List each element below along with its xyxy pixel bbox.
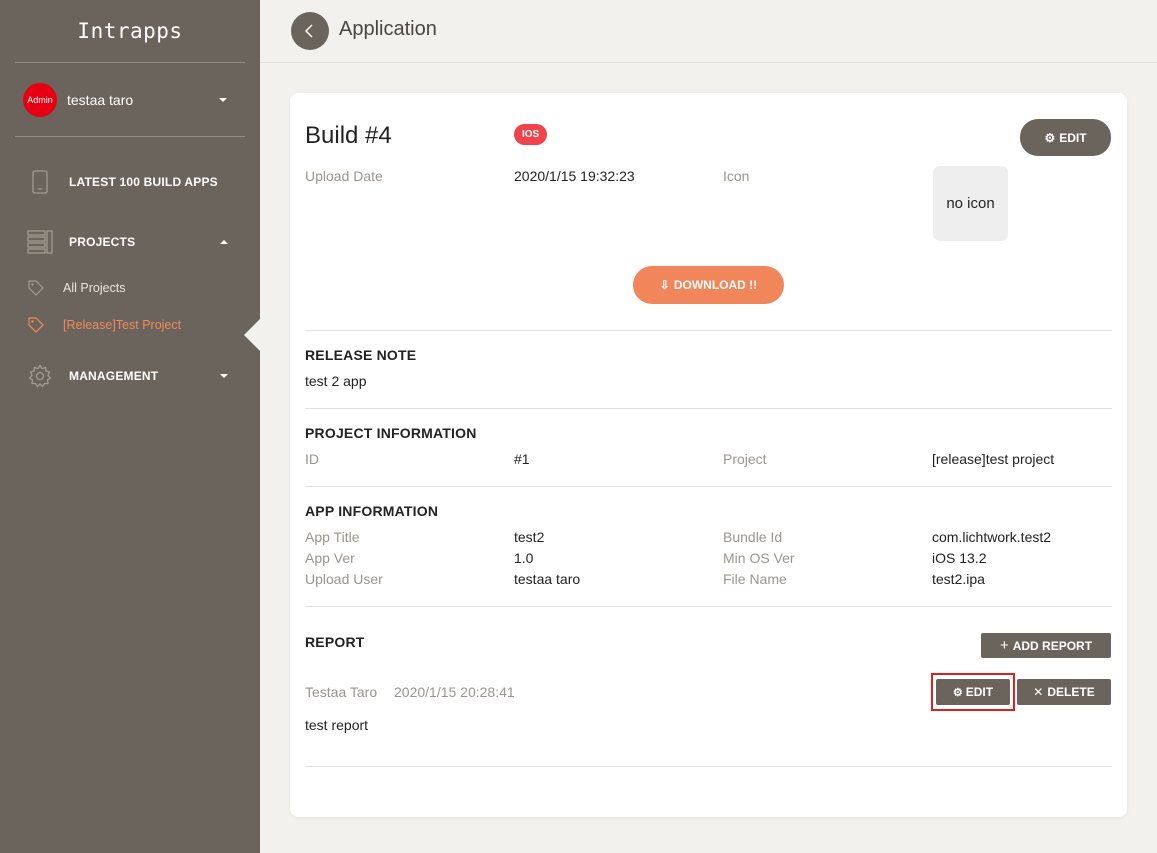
plus-icon: + bbox=[999, 637, 1009, 654]
app-info-label: App Ver bbox=[305, 550, 355, 566]
delete-label: DELETE bbox=[1047, 685, 1095, 699]
report-text: test report bbox=[305, 717, 369, 733]
divider bbox=[305, 606, 1112, 607]
upload-date-label: Upload Date bbox=[305, 168, 383, 184]
chevron-up-icon bbox=[220, 240, 228, 244]
projects-list-icon bbox=[26, 228, 54, 256]
nav-label: LATEST 100 BUILD APPS bbox=[69, 175, 218, 189]
app-info-label: Min OS Ver bbox=[723, 550, 795, 566]
app-info-label: Upload User bbox=[305, 571, 383, 587]
report-date: 2020/1/15 20:28:41 bbox=[394, 684, 515, 700]
tag-icon bbox=[26, 278, 46, 298]
divider bbox=[305, 766, 1112, 767]
nav-item-projects[interactable]: PROJECTS bbox=[26, 228, 236, 256]
app-info-label: Bundle Id bbox=[723, 529, 783, 545]
app-info-label: File Name bbox=[723, 571, 787, 587]
chevron-down-icon bbox=[220, 374, 228, 378]
page-title: Application bbox=[339, 18, 437, 40]
project-info-title: PROJECT INFORMATION bbox=[305, 425, 477, 441]
report-author: Testaa Taro bbox=[305, 684, 378, 700]
chevron-left-icon bbox=[304, 24, 313, 38]
active-indicator bbox=[244, 319, 260, 351]
gear-icon: ⚙ bbox=[952, 686, 963, 699]
nav-item-management[interactable]: MANAGEMENT bbox=[26, 362, 236, 390]
tag-icon bbox=[26, 315, 46, 335]
header: Application bbox=[260, 0, 1157, 63]
build-title: Build #4 bbox=[305, 122, 392, 149]
edit-label: EDIT bbox=[1059, 130, 1087, 145]
phone-icon bbox=[26, 168, 54, 196]
back-button[interactable] bbox=[291, 12, 329, 50]
user-name: testaa taro bbox=[67, 92, 134, 108]
project-value: [release]test project bbox=[932, 451, 1055, 467]
sidebar-item-label: All Projects bbox=[63, 281, 126, 295]
app-info-value: test2 bbox=[514, 529, 545, 545]
app-info-value: com.lichtwork.test2 bbox=[932, 529, 1052, 545]
build-detail-card: Build #4 IOS ⚙ EDIT Upload Date 2020/1/1… bbox=[290, 93, 1127, 817]
edit-report-button[interactable]: ⚙ EDIT bbox=[936, 679, 1010, 705]
gear-icon bbox=[26, 362, 54, 390]
edit-label: EDIT bbox=[965, 685, 994, 699]
divider bbox=[15, 62, 245, 63]
sidebar-item-label: [Release]Test Project bbox=[63, 318, 182, 332]
nav-label: MANAGEMENT bbox=[69, 369, 159, 383]
nav-label: PROJECTS bbox=[69, 235, 136, 249]
app-info-label: App Title bbox=[305, 529, 360, 545]
brand-logo[interactable]: Intrapps bbox=[0, 0, 260, 62]
download-label: DOWNLOAD !! bbox=[673, 278, 758, 292]
nav-item-latest-builds[interactable]: LATEST 100 BUILD APPS bbox=[26, 168, 236, 196]
release-note-text: test 2 app bbox=[305, 373, 367, 389]
sidebar-item-all-projects[interactable]: All Projects bbox=[26, 277, 236, 299]
icon-label: Icon bbox=[723, 168, 750, 184]
add-report-button[interactable]: + ADD REPORT bbox=[981, 633, 1111, 658]
gear-icon: ⚙ bbox=[1044, 130, 1056, 145]
divider bbox=[15, 136, 245, 137]
download-button[interactable]: ⇩ DOWNLOAD !! bbox=[633, 266, 784, 304]
chevron-down-icon bbox=[219, 98, 227, 102]
report-title: REPORT bbox=[305, 634, 365, 650]
avatar: Admin bbox=[23, 83, 57, 117]
divider bbox=[305, 330, 1112, 331]
app-info-title: APP INFORMATION bbox=[305, 503, 439, 519]
upload-date-value: 2020/1/15 19:32:23 bbox=[514, 168, 635, 184]
project-label: Project bbox=[723, 451, 767, 467]
divider bbox=[305, 486, 1112, 487]
project-id-value: #1 bbox=[514, 451, 530, 467]
add-report-label: ADD REPORT bbox=[1012, 638, 1093, 653]
user-menu[interactable]: Admin testaa taro bbox=[23, 83, 245, 117]
edit-build-button[interactable]: ⚙ EDIT bbox=[1020, 119, 1111, 156]
delete-report-button[interactable]: ✕ DELETE bbox=[1017, 679, 1111, 705]
app-icon-placeholder: no icon bbox=[933, 166, 1008, 241]
project-id-label: ID bbox=[305, 451, 319, 467]
sidebar: Intrapps Admin testaa taro LATEST 100 BU… bbox=[0, 0, 260, 853]
release-note-title: RELEASE NOTE bbox=[305, 347, 417, 363]
app-info-value: 1.0 bbox=[514, 550, 534, 566]
app-info-value: iOS 13.2 bbox=[932, 550, 987, 566]
sidebar-item-release-test-project[interactable]: [Release]Test Project bbox=[26, 314, 236, 336]
platform-badge: IOS bbox=[514, 124, 548, 145]
app-info-value: testaa taro bbox=[514, 571, 581, 587]
divider bbox=[305, 408, 1112, 409]
close-icon: ✕ bbox=[1033, 685, 1044, 699]
app-info-value: test2.ipa bbox=[932, 571, 985, 587]
cloud-download-icon: ⇩ bbox=[659, 278, 670, 292]
